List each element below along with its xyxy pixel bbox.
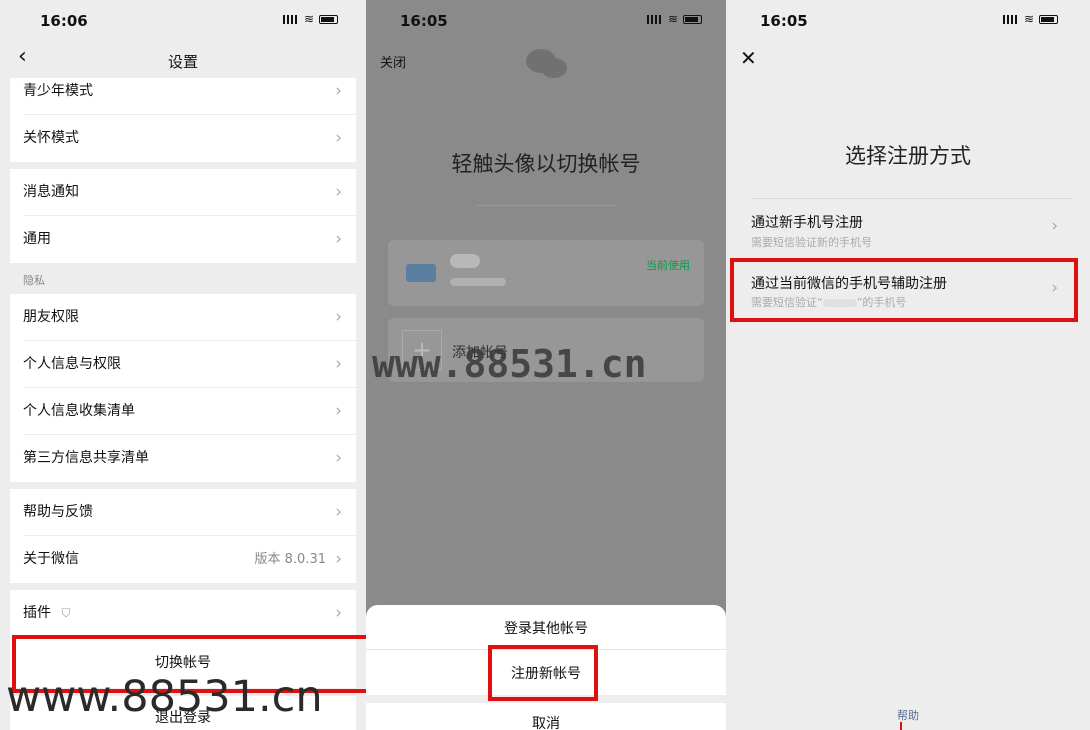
wifi-icon: ≋ [667, 12, 678, 26]
section-header-privacy: 隐私 [23, 274, 45, 287]
chevron-right-icon: › [335, 603, 342, 623]
status-time: 16:05 [400, 12, 448, 30]
settings-item-help-feedback[interactable]: 帮助与反馈 › [10, 489, 356, 536]
settings-item-label: 消息通知 [23, 184, 79, 200]
settings-item-label: 帮助与反馈 [23, 504, 93, 520]
action-sheet: 登录其他帐号 注册新帐号 取消 [366, 605, 726, 730]
divider [476, 205, 616, 206]
settings-item-label: 朋友权限 [23, 309, 79, 325]
account-card-current[interactable]: 当前使用 [388, 240, 704, 306]
option-subtitle: 需要短信验证“ ”的手机号 [751, 294, 906, 310]
shield-icon: ⛉ [61, 606, 71, 620]
divider [366, 649, 726, 650]
watermark-bottom: www.88531.cn [6, 672, 323, 722]
settings-item-third-party-sharing[interactable]: 第三方信息共享清单 › [10, 435, 356, 482]
battery-icon [319, 14, 338, 24]
register-new-account-button[interactable]: 注册新帐号 [366, 663, 726, 683]
login-other-account-button[interactable]: 登录其他帐号 [366, 618, 726, 638]
status-time: 16:06 [40, 12, 88, 30]
settings-item-label: 通用 [23, 231, 51, 247]
settings-item-teen-mode[interactable]: 青少年模式 › [10, 78, 356, 115]
divider [751, 258, 1072, 259]
wechat-logo-icon [526, 49, 567, 78]
settings-item-label: 个人信息收集清单 [23, 403, 135, 419]
status-bar: 16:06 ≋ [0, 0, 366, 42]
option-subtitle: 需要短信验证新的手机号 [751, 236, 872, 249]
chevron-right-icon: › [335, 354, 342, 374]
watermark-center: www.88531.cn [372, 342, 647, 386]
status-time: 16:05 [760, 12, 808, 30]
page-title: 设置 [167, 53, 198, 71]
chevron-right-icon: › [1051, 216, 1058, 236]
chevron-right-icon: › [335, 549, 342, 569]
settings-item-info-collection[interactable]: 个人信息收集清单 › [10, 388, 356, 435]
settings-item-about[interactable]: 关于微信 版本 8.0.31 › [10, 536, 356, 583]
settings-item-plugins[interactable]: 插件 ⛉ › [10, 590, 356, 637]
status-bar: 16:05 ≋ [366, 0, 726, 42]
wifi-icon: ≋ [303, 12, 314, 26]
phone-number-blurred [822, 299, 857, 307]
chevron-right-icon: › [335, 401, 342, 421]
chevron-right-icon: › [335, 81, 342, 101]
settings-item-label: 关于微信 [23, 551, 79, 567]
nav-bar: ‹ 设置 [0, 42, 366, 78]
settings-item-label: 个人信息与权限 [23, 356, 121, 372]
chevron-right-icon: › [335, 307, 342, 327]
divider [751, 198, 1072, 199]
wifi-icon: ≋ [1023, 12, 1034, 26]
current-account-tag: 当前使用 [646, 259, 690, 272]
status-icons: ≋ [282, 12, 338, 26]
settings-item-personal-info[interactable]: 个人信息与权限 › [10, 341, 356, 388]
settings-item-general[interactable]: 通用 › [10, 216, 356, 263]
close-icon[interactable]: ✕ [740, 46, 757, 70]
battery-icon [1039, 14, 1058, 24]
chevron-right-icon: › [1051, 278, 1058, 298]
close-button[interactable]: 关闭 [380, 52, 406, 71]
version-value: 版本 8.0.31 [254, 552, 326, 567]
settings-item-care-mode[interactable]: 关怀模式 › [10, 115, 356, 162]
chevron-right-icon: › [335, 502, 342, 522]
battery-icon [683, 14, 702, 24]
status-bar: 16:05 ≋ [726, 0, 1090, 42]
settings-item-label: 关怀模式 [23, 130, 79, 146]
avatar [406, 264, 436, 282]
register-method-screen: 16:05 ≋ ✕ 选择注册方式 通过新手机号注册 需要短信验证新的手机号 › … [726, 0, 1090, 730]
chevron-right-icon: › [335, 182, 342, 202]
settings-item-friend-permissions[interactable]: 朋友权限 › [10, 294, 356, 341]
chevron-right-icon: › [335, 128, 342, 148]
status-icons: ≋ [646, 12, 702, 26]
option-title: 通过新手机号注册 [751, 215, 863, 231]
account-id-blurred [450, 278, 506, 286]
cancel-button[interactable]: 取消 [366, 713, 726, 730]
status-icons: ≋ [1002, 12, 1058, 26]
chevron-right-icon: › [335, 448, 342, 468]
register-title: 选择注册方式 [845, 144, 971, 168]
account-name-blurred [450, 254, 480, 268]
settings-item-notifications[interactable]: 消息通知 › [10, 169, 356, 216]
register-option-assisted[interactable]: 通过当前微信的手机号辅助注册 需要短信验证“ ”的手机号 › [726, 262, 1090, 318]
settings-item-label: 第三方信息共享清单 [23, 450, 149, 466]
settings-screen: 16:06 ≋ ‹ 设置 青少年模式 › 关怀模式 › 消息通知 › 通用 › … [0, 0, 366, 730]
switch-title: 轻触头像以切换帐号 [451, 152, 641, 176]
signal-icon [1002, 14, 1019, 24]
register-option-new-phone[interactable]: 通过新手机号注册 需要短信验证新的手机号 › [726, 200, 1090, 258]
option-title: 通过当前微信的手机号辅助注册 [751, 276, 947, 292]
help-link[interactable]: 帮助 [726, 707, 1090, 723]
chevron-right-icon: › [335, 229, 342, 249]
arrow-mark [900, 722, 902, 730]
settings-item-label: 插件 [23, 605, 51, 621]
signal-icon [282, 14, 299, 24]
divider [366, 695, 726, 703]
option-subtitle-prefix: 需要短信验证“ [751, 296, 823, 309]
settings-list: 青少年模式 › 关怀模式 › 消息通知 › 通用 › 隐私 朋友权限 › 个人信… [10, 78, 356, 637]
signal-icon [646, 14, 663, 24]
option-subtitle-suffix: ”的手机号 [856, 296, 907, 309]
settings-item-label: 青少年模式 [23, 83, 93, 99]
